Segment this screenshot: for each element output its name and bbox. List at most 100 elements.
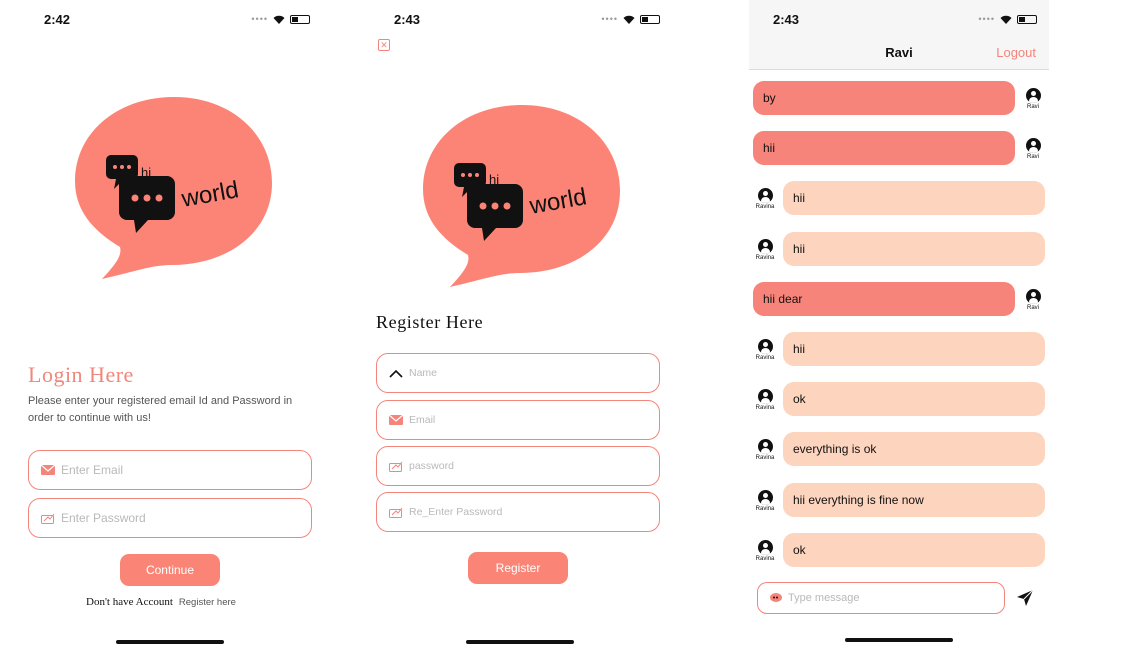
chevron-up-icon (389, 368, 403, 379)
sender-name: Ravina (755, 455, 775, 461)
password-field[interactable]: Enter Password (28, 498, 312, 538)
home-indicator (466, 640, 574, 644)
home-indicator (845, 638, 953, 642)
sender-avatar: Ravi (1020, 88, 1046, 110)
sender-avatar: Ravina (752, 540, 778, 562)
user-avatar-icon (757, 389, 773, 404)
user-avatar-icon (757, 188, 773, 203)
user-avatar-icon (757, 540, 773, 555)
key-icon (389, 507, 403, 518)
sender-name: Ravina (755, 255, 775, 261)
sender-avatar: Ravina (752, 188, 778, 210)
message-bubble: everything is ok (783, 432, 1045, 466)
message-bubble: hii (783, 181, 1045, 215)
sender-avatar: Ravina (752, 239, 778, 261)
continue-button[interactable]: Continue (120, 554, 220, 586)
sender-name: Ravina (755, 355, 775, 361)
chat-header: 2:43 •••• Ravi Logout (749, 0, 1049, 70)
signal-icon: •••• (978, 14, 995, 24)
sender-avatar: Ravina (752, 439, 778, 461)
sender-name: Ravi (1026, 305, 1039, 311)
user-avatar-icon (757, 339, 773, 354)
message-bubble: hii dear (753, 282, 1015, 316)
status-bar: 2:42 •••• (0, 0, 340, 40)
message-bubble: ok (783, 533, 1045, 567)
logo-hi-text: hi (489, 172, 500, 187)
register-screen: 2:43 •••• ✕ hi world Register Here Name … (350, 0, 690, 652)
signal-icon: •••• (601, 14, 618, 24)
name-placeholder: Name (409, 367, 438, 379)
logo-hi-text: hi (141, 165, 152, 180)
app-logo (75, 97, 272, 279)
envelope-icon (41, 465, 55, 476)
sender-name: Ravina (755, 405, 775, 411)
message-bubble: by (753, 81, 1015, 115)
sender-avatar: Ravina (752, 490, 778, 512)
user-avatar-icon (1025, 138, 1041, 153)
password-field[interactable]: password (376, 446, 660, 486)
status-time: 2:43 (773, 12, 800, 27)
email-field[interactable]: Email (376, 400, 660, 440)
sender-name: Ravi (1026, 104, 1039, 110)
password-placeholder: Enter Password (61, 511, 146, 525)
email-placeholder: Email (409, 414, 436, 426)
reenter-placeholder: Re_Enter Password (409, 506, 503, 518)
chat-screen: 2:43 •••• Ravi Logout by Ravi hii Ravi hii Ra… (749, 0, 1049, 652)
message-bubble: hii (753, 131, 1015, 165)
wifi-icon (1000, 15, 1012, 24)
key-icon (41, 513, 55, 524)
email-field[interactable]: Enter Email (28, 450, 312, 490)
status-time: 2:42 (44, 12, 71, 27)
status-icons: •••• (978, 14, 1037, 24)
password-placeholder: password (409, 460, 454, 472)
home-indicator (116, 640, 224, 644)
email-placeholder: Enter Email (61, 463, 124, 477)
envelope-icon (389, 415, 403, 426)
sender-name: Ravina (755, 556, 775, 562)
reenter-password-field[interactable]: Re_Enter Password (376, 492, 660, 532)
message-placeholder: Type message (788, 592, 860, 604)
app-logo (423, 105, 620, 287)
name-field[interactable]: Name (376, 353, 660, 393)
sender-avatar: Ravina (752, 389, 778, 411)
status-time: 2:43 (394, 12, 421, 27)
register-link[interactable]: Register here (179, 597, 236, 608)
message-bubble: hii (783, 332, 1045, 366)
signal-icon: •••• (251, 14, 268, 24)
sender-name: Ravina (755, 506, 775, 512)
user-avatar-icon (757, 239, 773, 254)
message-input[interactable]: Type message (757, 582, 1005, 614)
close-icon[interactable]: ✕ (378, 39, 390, 51)
wifi-icon (273, 15, 285, 24)
battery-icon (1017, 14, 1037, 24)
send-icon[interactable] (1016, 589, 1034, 607)
login-screen: 2:42 •••• hi world Login Here Please ent… (0, 0, 340, 652)
status-bar: 2:43 •••• (749, 0, 1049, 40)
status-icons: •••• (601, 14, 660, 24)
battery-icon (640, 14, 660, 24)
sender-avatar: Ravina (752, 339, 778, 361)
user-avatar-icon (1025, 88, 1041, 103)
user-avatar-icon (757, 490, 773, 505)
status-bar: 2:43 •••• (350, 0, 690, 40)
register-prompt: Don't have Account Register here (86, 596, 236, 608)
sender-avatar: Ravi (1020, 138, 1046, 160)
status-icons: •••• (251, 14, 310, 24)
battery-icon (290, 14, 310, 24)
page-title: Login Here (28, 362, 134, 387)
page-title: Register Here (376, 312, 484, 332)
user-avatar-icon (1025, 289, 1041, 304)
message-bubble: ok (783, 382, 1045, 416)
sender-name: Ravina (755, 204, 775, 210)
page-subtitle: Please enter your registered email Id an… (28, 395, 293, 424)
register-button[interactable]: Register (468, 552, 568, 584)
message-bubble: hii everything is fine now (783, 483, 1045, 517)
wifi-icon (623, 15, 635, 24)
sender-avatar: Ravi (1020, 289, 1046, 311)
sender-name: Ravi (1026, 154, 1039, 160)
logout-button[interactable]: Logout (996, 45, 1036, 60)
chat-bubble-icon (770, 593, 782, 602)
message-bubble: hii (783, 232, 1045, 266)
user-avatar-icon (757, 439, 773, 454)
key-icon (389, 461, 403, 472)
